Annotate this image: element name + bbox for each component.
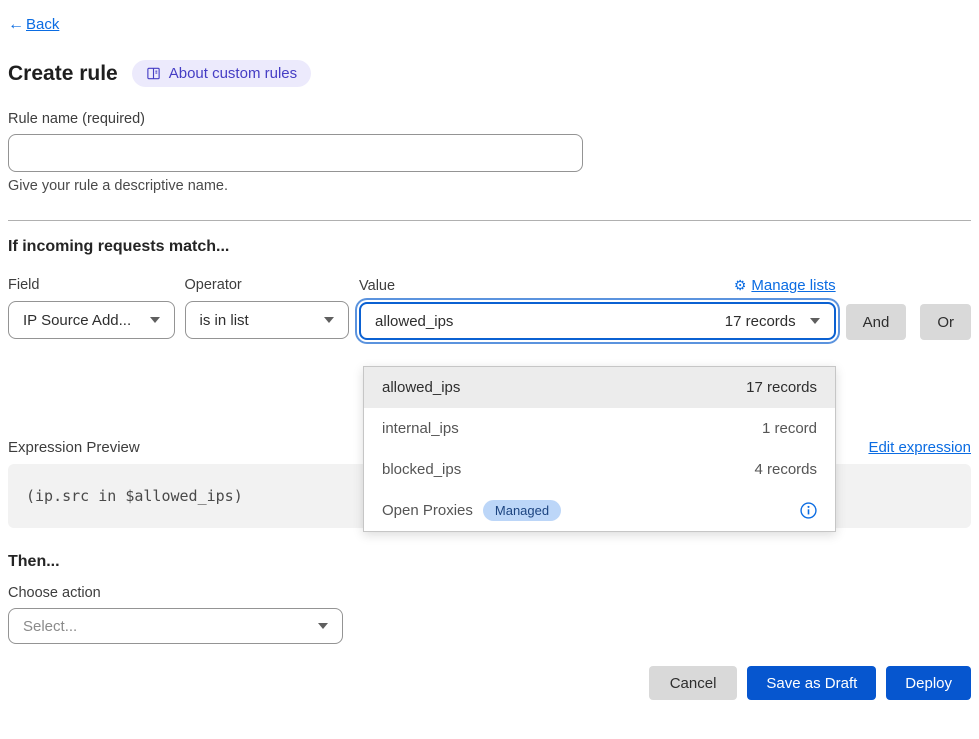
expression-code: (ip.src in $allowed_ips) — [26, 487, 243, 505]
operator-column: Operator is in list — [185, 277, 350, 340]
list-item-allowed-ips[interactable]: allowed_ips 17 records — [364, 367, 835, 408]
value-label: Value — [359, 278, 395, 294]
chevron-down-icon — [324, 317, 334, 323]
edit-expression-link[interactable]: Edit expression — [868, 439, 971, 456]
and-or-buttons: And Or — [846, 304, 971, 340]
value-combobox-right: 17 records — [725, 313, 820, 330]
section-divider — [8, 220, 971, 221]
list-item-records: 17 records — [746, 379, 817, 396]
cancel-button[interactable]: Cancel — [649, 666, 738, 700]
operator-select[interactable]: is in list — [185, 301, 350, 339]
operator-select-value: is in list — [200, 312, 249, 329]
gear-icon: ⚙ — [734, 277, 747, 294]
page-title: Create rule — [8, 62, 118, 86]
or-button[interactable]: Or — [920, 304, 971, 340]
footer-actions: Cancel Save as Draft Deploy — [8, 666, 971, 700]
title-row: Create rule About custom rules — [8, 60, 971, 87]
list-item-internal-ips[interactable]: internal_ips 1 record — [364, 408, 835, 449]
about-custom-rules-link[interactable]: About custom rules — [132, 60, 311, 87]
value-column: Value ⚙Manage lists allowed_ips 17 recor… — [359, 277, 836, 340]
back-row: ←Back — [0, 0, 979, 34]
list-dropdown-panel: allowed_ips 17 records internal_ips 1 re… — [363, 366, 836, 532]
info-icon[interactable] — [800, 502, 817, 519]
create-rule-page: ←Back Create rule About custom rules Rul… — [0, 0, 979, 739]
action-select[interactable]: Select... — [8, 608, 343, 644]
manage-lists-link[interactable]: ⚙Manage lists — [734, 277, 836, 294]
list-item-records: 1 record — [762, 420, 817, 437]
rule-name-label: Rule name (required) — [8, 111, 971, 127]
deploy-button[interactable]: Deploy — [886, 666, 971, 700]
field-select[interactable]: IP Source Add... — [8, 301, 175, 339]
then-section-heading: Then... — [8, 553, 971, 571]
rule-name-input[interactable] — [8, 134, 583, 172]
field-select-value: IP Source Add... — [23, 312, 131, 329]
back-link-label: Back — [26, 16, 59, 33]
value-combobox[interactable]: allowed_ips 17 records — [359, 302, 836, 340]
choose-action-label: Choose action — [8, 585, 971, 601]
save-as-draft-button[interactable]: Save as Draft — [747, 666, 876, 700]
back-link[interactable]: ←Back — [8, 16, 59, 33]
list-item-name: allowed_ips — [382, 379, 460, 396]
list-item-records: 4 records — [754, 461, 817, 478]
list-item-name: internal_ips — [382, 420, 459, 437]
chevron-down-icon — [810, 318, 820, 324]
book-icon — [146, 66, 161, 81]
list-item-left: Open Proxies Managed — [382, 500, 561, 521]
field-column: Field IP Source Add... — [8, 277, 175, 340]
managed-badge: Managed — [483, 500, 561, 521]
action-select-placeholder: Select... — [23, 618, 77, 635]
match-section-heading: If incoming requests match... — [8, 238, 971, 256]
list-item-name: blocked_ips — [382, 461, 461, 478]
value-records-count: 17 records — [725, 313, 796, 330]
value-selected: allowed_ips — [375, 313, 453, 330]
operator-label: Operator — [185, 277, 350, 293]
chevron-down-icon — [150, 317, 160, 323]
expression-preview-label: Expression Preview — [8, 439, 140, 456]
list-item-name: Open Proxies — [382, 502, 473, 519]
about-custom-rules-label: About custom rules — [169, 65, 297, 82]
and-button[interactable]: And — [846, 304, 907, 340]
chevron-down-icon — [318, 623, 328, 629]
field-label: Field — [8, 277, 175, 293]
value-header: Value ⚙Manage lists — [359, 277, 836, 294]
rule-name-helper: Give your rule a descriptive name. — [8, 178, 971, 194]
left-arrow-icon: ← — [8, 16, 24, 33]
condition-row: Field IP Source Add... Operator is in li… — [8, 277, 971, 340]
manage-lists-label: Manage lists — [751, 277, 835, 294]
list-item-open-proxies[interactable]: Open Proxies Managed — [364, 490, 835, 531]
list-item-blocked-ips[interactable]: blocked_ips 4 records — [364, 449, 835, 490]
